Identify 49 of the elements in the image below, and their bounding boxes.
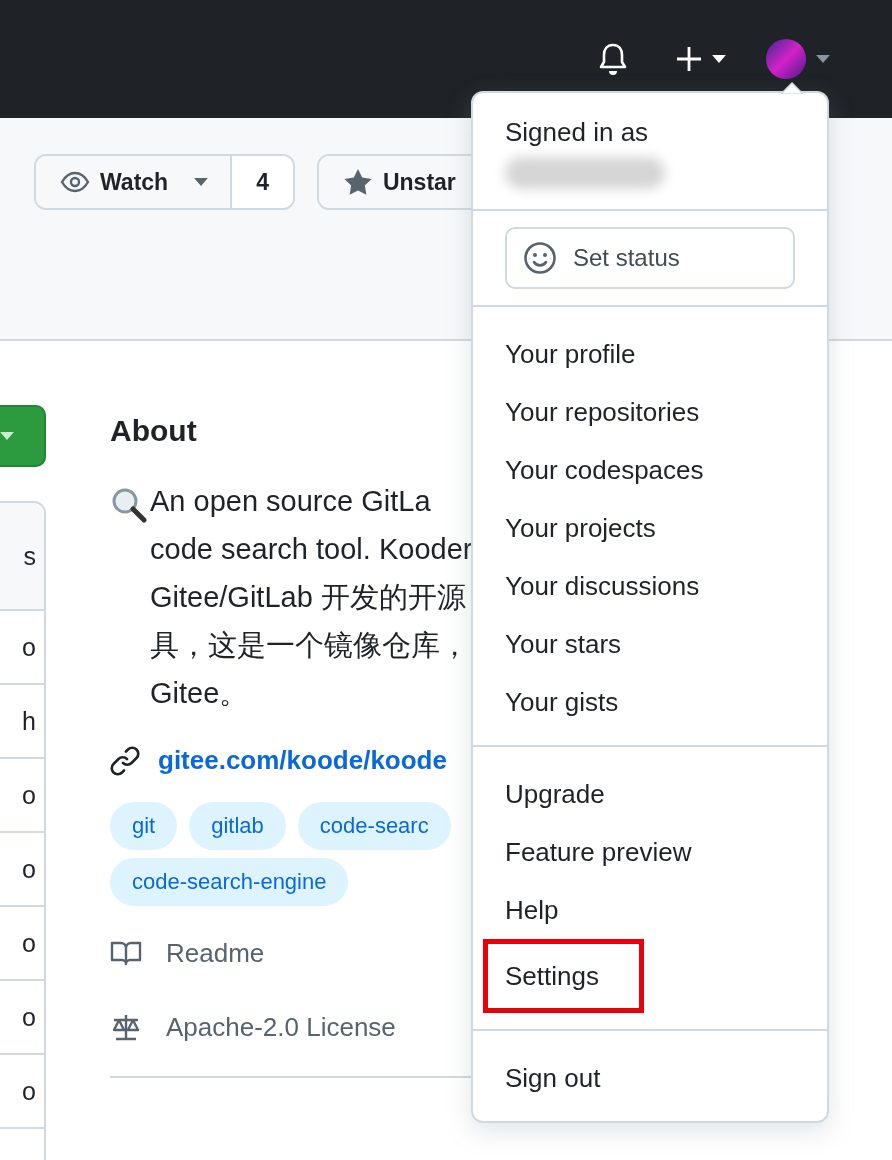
topic-tag[interactable]: git [110,802,178,850]
topic-tag[interactable]: gitlab [189,802,286,850]
avatar-button[interactable] [766,39,830,79]
menu-item[interactable]: Help [473,881,559,939]
bell-icon [598,42,628,76]
menu-item[interactable]: Upgrade [473,765,605,823]
menu-item[interactable]: Your profile [473,325,636,383]
menu-item[interactable]: Your gists [473,673,619,731]
eye-icon [60,171,90,193]
watch-count[interactable]: 4 [230,156,293,208]
file-name[interactable]: o [22,1076,36,1106]
about-heading: About [110,413,197,449]
code-button[interactable] [0,405,46,467]
file-name[interactable]: h [22,706,36,736]
description: An open source GitLa code search tool. Kooder Gitee/GitLab 开发的开源 具，这是一个镜像仓库， Gitee。 [150,484,473,711]
link-icon [110,745,140,776]
star-icon [342,168,373,196]
caret-icon [0,432,14,440]
topic-tag[interactable]: code-searc [297,802,451,850]
avatar [766,39,806,79]
file-name[interactable]: o [22,1002,36,1032]
menu-item[interactable]: Your stars [473,615,622,673]
set-status-button[interactable]: Set status [505,227,795,289]
menu-item[interactable]: Settings [483,939,644,1013]
menu-item[interactable]: Sign out [473,1049,601,1107]
file-name[interactable]: o [22,780,36,810]
file-name[interactable]: o [22,632,36,662]
file-name[interactable]: o [22,854,36,884]
caret-icon [816,55,830,63]
magnifier-icon [110,487,150,523]
menu-item[interactable]: Your codespaces [473,441,704,499]
table-header-text: s [0,503,44,611]
website-link[interactable]: gitee.com/koode/koode [158,745,447,776]
book-icon [110,940,142,966]
caret-icon [194,178,209,186]
topic-tag[interactable]: code-search-engine [110,858,349,906]
license-link[interactable]: Apache-2.0 License [166,1011,396,1043]
menu-item[interactable]: Your repositories [473,383,700,441]
menu-item[interactable]: Feature preview [473,823,692,881]
scale-icon [110,1013,142,1041]
file-name[interactable]: o [22,928,36,958]
menu-item[interactable]: Your projects [473,499,656,557]
smiley-icon [523,241,557,275]
new-button[interactable] [676,46,726,72]
readme-link[interactable]: Readme [166,937,265,969]
menu-item[interactable]: Your discussions [473,557,700,615]
caret-icon [712,55,726,63]
plus-icon [676,46,702,72]
signed-in-label: Signed in as [505,116,650,149]
